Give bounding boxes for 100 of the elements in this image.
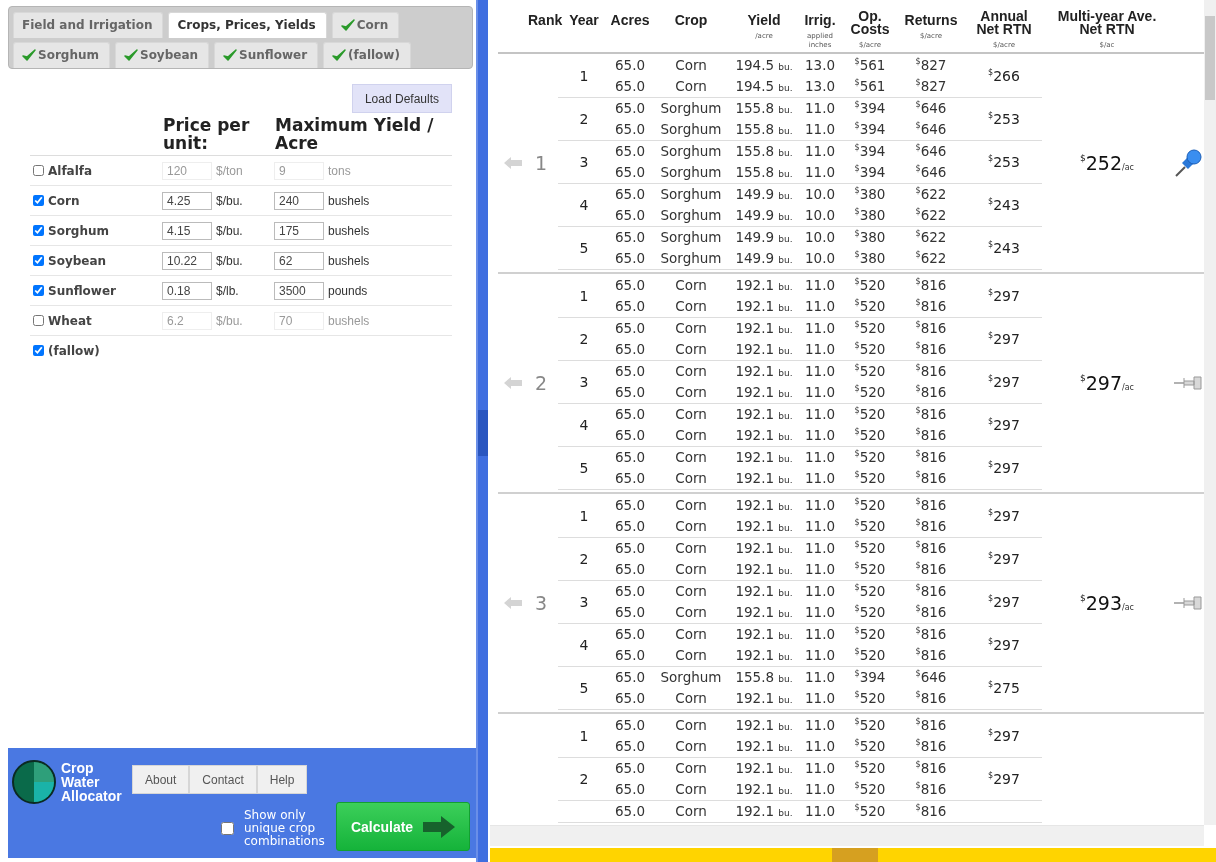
tab[interactable]: Sunflower (214, 42, 319, 68)
tab[interactable]: Corn (331, 12, 400, 38)
resize-handle[interactable] (832, 848, 878, 862)
arrow-icon (423, 815, 456, 838)
acres-cell-text: 65.0 (614, 517, 646, 536)
cost-cell-text: $^{$}$520 (854, 802, 886, 821)
vertical-scrollbar[interactable] (1204, 0, 1216, 825)
checkbox[interactable] (221, 821, 234, 835)
annual-return: $^{$}$297 (987, 374, 1021, 390)
returns-cell-text: $^{$}$816 (915, 780, 947, 799)
left-arrow-icon[interactable] (504, 596, 522, 609)
checkbox[interactable] (33, 285, 44, 296)
splitter-handle[interactable] (478, 410, 488, 456)
acres-cell-text: 65.0 (614, 163, 646, 182)
irrigation-cell-text: 11.0 (804, 405, 836, 424)
checkbox[interactable] (33, 255, 44, 266)
checkbox[interactable] (33, 225, 44, 236)
yield-field[interactable]: 175 (274, 221, 324, 240)
acres-cell-text: 65.0 (614, 276, 646, 295)
yield-cell-text: 155.8 bu. (735, 668, 793, 687)
returns-cell-text: $^{$}$816 (915, 560, 947, 579)
checkbox[interactable] (33, 315, 44, 326)
unit-label: $/bu. (215, 253, 243, 268)
year-number: 1 (578, 508, 590, 524)
unit-label: $/bu. (215, 193, 243, 208)
yield-cell-text: 155.8 bu. (735, 99, 793, 118)
price-field[interactable]: 4.25 (162, 191, 212, 210)
cost-cell-text: $^{$}$520 (854, 603, 886, 622)
irrigation-cell-text: 11.0 (804, 560, 836, 579)
returns-cell-text: $^{$}$816 (915, 448, 947, 467)
returns-cell-text: $^{$}$816 (915, 469, 947, 488)
returns-cell-text: $^{$}$827 (915, 77, 947, 96)
annual-return: $^{$}$297 (987, 288, 1021, 304)
column-header: Year (569, 14, 599, 27)
tab[interactable]: Sorghum (13, 42, 110, 68)
crop-cell-text: Corn (675, 56, 707, 75)
annual-return: $^{$}$297 (987, 331, 1021, 347)
acres-cell-text: 65.0 (614, 496, 646, 515)
acres-cell-text: 65.0 (614, 405, 646, 424)
irrigation-cell-text: 11.0 (804, 383, 836, 402)
returns-cell-text: $^{$}$816 (915, 426, 947, 445)
price-field[interactable]: 10.22 (162, 251, 212, 270)
checkbox[interactable] (33, 165, 44, 176)
tab[interactable]: Field and Irrigation (13, 12, 164, 38)
yield-field[interactable]: 240 (274, 191, 324, 210)
returns-cell-text: $^{$}$622 (915, 249, 947, 268)
irrigation-cell-text: 11.0 (804, 448, 836, 467)
yield-cell-text: 192.1 bu. (735, 539, 793, 558)
column-header: Annual Net RTN (975, 10, 1033, 36)
average-return: $^{$}$297/ac (1080, 371, 1134, 394)
year-number: 4 (578, 197, 590, 213)
unit-label: $/ton (215, 163, 243, 178)
year-number: 1 (578, 288, 590, 304)
tab[interactable]: Crops, Prices, Yields (168, 12, 327, 38)
acres-cell-text: 65.0 (614, 689, 646, 708)
column-header: Irrig. (804, 14, 836, 27)
unit-label: bushels (327, 223, 370, 238)
rank-number: 3 (533, 591, 549, 614)
yield-field[interactable]: 3500 (274, 281, 324, 300)
yield-cell-text: 192.1 bu. (735, 276, 793, 295)
cost-cell-text: $^{$}$520 (854, 625, 886, 644)
cost-cell-text: $^{$}$394 (854, 120, 886, 139)
left-arrow-icon[interactable] (504, 376, 522, 389)
nav-button[interactable]: Help (256, 765, 308, 794)
price-field[interactable]: 0.18 (162, 281, 212, 300)
column-header: Maximum Yield / Acre (275, 115, 434, 153)
yield-cell-text: 192.1 bu. (735, 689, 793, 708)
annual-return: $^{$}$266 (987, 68, 1021, 84)
left-arrow-icon[interactable] (504, 156, 522, 169)
returns-cell-text: $^{$}$816 (915, 319, 947, 338)
checkbox[interactable] (33, 345, 44, 356)
crop-cell-text: Corn (675, 780, 707, 799)
returns-cell-text: $^{$}$816 (915, 517, 947, 536)
check-icon (332, 48, 347, 62)
load-defaults-button[interactable]: Load Defaults (351, 84, 452, 113)
nav-button[interactable]: About (132, 765, 190, 794)
price-field[interactable]: 4.15 (162, 221, 212, 240)
year-number: 3 (578, 374, 590, 390)
returns-cell-text: $^{$}$646 (915, 163, 947, 182)
pushpin-icon[interactable] (1174, 375, 1202, 390)
tab[interactable]: Soybean (115, 42, 210, 68)
annual-return: $^{$}$297 (987, 771, 1021, 787)
cost-cell-text: $^{$}$520 (854, 780, 886, 799)
cost-cell-text: $^{$}$520 (854, 448, 886, 467)
yield-field[interactable]: 62 (274, 251, 324, 270)
pushpin-icon[interactable] (1173, 147, 1203, 178)
splitter-bar[interactable] (476, 0, 488, 862)
crop-label: Sorghum (48, 223, 109, 238)
annual-return: $^{$}$253 (987, 111, 1021, 127)
returns-cell-text: $^{$}$816 (915, 646, 947, 665)
yield-cell-text: 192.1 bu. (735, 646, 793, 665)
checkbox[interactable] (33, 195, 44, 206)
pushpin-icon[interactable] (1174, 595, 1202, 610)
scrollbar-thumb[interactable] (1205, 16, 1215, 100)
horizontal-scrollbar[interactable] (490, 825, 1204, 846)
nav-button[interactable]: Contact (189, 765, 257, 794)
annual-return: $^{$}$297 (987, 728, 1021, 744)
cost-cell-text: $^{$}$520 (854, 469, 886, 488)
acres-cell-text: 65.0 (614, 319, 646, 338)
tab[interactable]: (fallow) (323, 42, 411, 68)
